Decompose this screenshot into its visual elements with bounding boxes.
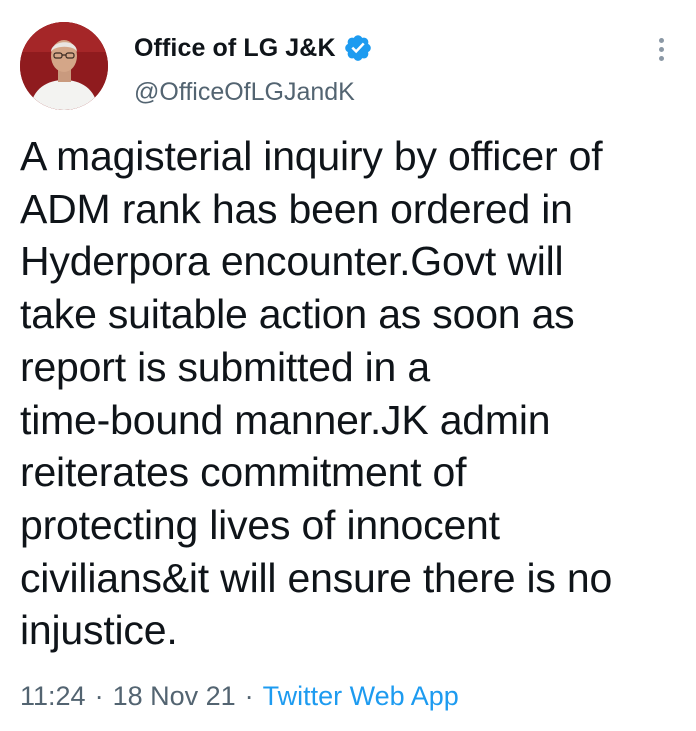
display-name[interactable]: Office of LG J&K [134, 34, 336, 63]
verified-badge-icon [343, 33, 373, 63]
more-vertical-icon[interactable] [654, 38, 668, 66]
tweet-time[interactable]: 11:24 [20, 681, 86, 712]
separator-dot: · [94, 681, 104, 711]
tweet-card: Office of LG J&K @OfficeOfLGJandK A magi… [0, 0, 696, 731]
author-handle[interactable]: @OfficeOfLGJandK [134, 78, 355, 107]
author-name-row: Office of LG J&K [134, 30, 373, 66]
tweet-text: A magisterial inquiry by officer of ADM … [20, 133, 613, 654]
tweet-source-link[interactable]: Twitter Web App [263, 681, 459, 712]
tweet-metadata: 11:24 · 18 Nov 21 · Twitter Web App [20, 681, 459, 712]
avatar[interactable] [20, 22, 108, 110]
tweet-date[interactable]: 18 Nov 21 [113, 681, 236, 712]
avatar-image [20, 22, 108, 110]
separator-dot: · [244, 681, 254, 711]
